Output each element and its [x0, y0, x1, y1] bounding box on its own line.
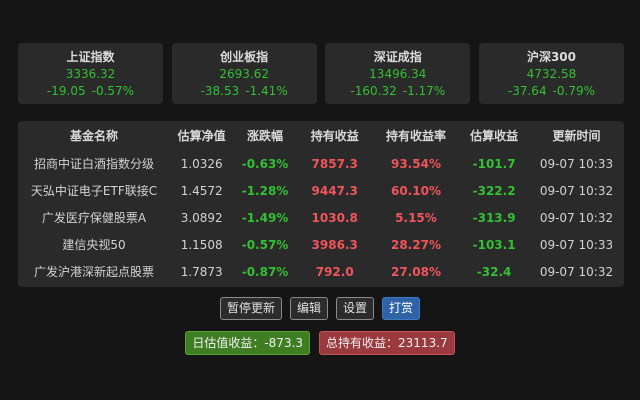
column-header-estimated-profit[interactable]: 估算收益 — [459, 121, 529, 150]
index-change-percent: -1.41% — [245, 84, 288, 98]
column-header-nav[interactable]: 估算净值 — [170, 121, 233, 150]
table-row[interactable]: 广发医疗保健股票A 3.0892 -1.49% 1030.8 5.15% -31… — [18, 204, 624, 231]
fund-change: -0.63% — [241, 156, 289, 171]
fund-monitor-app: 上证指数 3336.32 -19.05 -0.57% 创业板指 2693.62 -… — [0, 0, 640, 400]
index-value: 13496.34 — [369, 67, 427, 81]
fund-nav: 1.7873 — [180, 264, 223, 279]
fund-name: 天弘中证电子ETF联接C — [30, 184, 158, 198]
fund-update-time: 09-07 10:32 — [539, 183, 614, 198]
fund-estimated-profit: -32.4 — [476, 264, 512, 279]
table-row[interactable]: 建信央视50 1.1508 -0.57% 3986.3 28.27% -103.… — [18, 231, 624, 258]
fund-estimated-profit: -313.9 — [472, 210, 516, 225]
index-card-cyb: 创业板指 2693.62 -38.53 -1.41% — [171, 43, 317, 104]
fund-holding-rate: 27.08% — [390, 264, 441, 279]
fund-estimated-profit: -322.2 — [472, 183, 516, 198]
fund-holding-rate: 93.54% — [390, 156, 441, 171]
fund-change: -0.87% — [241, 264, 289, 279]
index-value: 3336.32 — [65, 67, 116, 81]
table-row[interactable]: 广发沪港深新起点股票 1.7873 -0.87% 792.0 27.08% -3… — [18, 258, 624, 285]
index-name: 沪深300 — [526, 50, 576, 64]
index-change-amount: -37.64 — [507, 84, 547, 98]
table-header-row: 基金名称 估算净值 涨跌幅 持有收益 持有收益率 估算收益 更新时间 — [18, 121, 624, 150]
fund-update-time: 09-07 10:32 — [539, 210, 614, 225]
pause-update-button[interactable]: 暂停更新 — [219, 297, 282, 320]
fund-update-time: 09-07 10:32 — [539, 264, 614, 279]
index-value: 2693.62 — [219, 67, 269, 81]
index-name: 上证指数 — [66, 50, 115, 64]
index-change-amount: -38.53 — [200, 84, 240, 98]
index-change: -19.05 -0.57% — [18, 83, 163, 99]
total-holding-profit-badge: 总持有收益：23113.7 — [319, 331, 455, 355]
fund-holding-rate: 60.10% — [390, 183, 441, 198]
index-change-percent: -1.17% — [402, 84, 446, 98]
fund-nav: 3.0892 — [180, 210, 223, 225]
index-card-hs300: 沪深300 4732.58 -37.64 -0.79% — [478, 43, 624, 104]
fund-holding-profit: 792.0 — [315, 264, 354, 279]
fund-estimated-profit: -103.1 — [472, 237, 516, 252]
index-change-amount: -19.05 — [46, 84, 86, 98]
fund-nav: 1.0326 — [180, 156, 223, 171]
index-change-percent: -0.57% — [91, 84, 135, 98]
fund-holding-rate: 28.27% — [390, 237, 441, 252]
index-change: -160.32 -1.17% — [325, 83, 470, 99]
fund-holding-profit: 9447.3 — [311, 183, 358, 198]
index-card-sh: 上证指数 3336.32 -19.05 -0.57% — [18, 43, 163, 104]
column-header-update-time[interactable]: 更新时间 — [529, 121, 624, 150]
column-header-change[interactable]: 涨跌幅 — [233, 121, 296, 150]
fund-change: -0.57% — [241, 237, 289, 252]
fund-nav: 1.1508 — [180, 237, 223, 252]
fund-name: 广发医疗保健股票A — [41, 211, 147, 225]
fund-change: -1.49% — [241, 210, 289, 225]
fund-name: 建信央视50 — [62, 238, 126, 252]
table-row[interactable]: 招商中证白酒指数分级 1.0326 -0.63% 7857.3 93.54% -… — [18, 150, 624, 177]
settings-button[interactable]: 设置 — [336, 297, 375, 320]
fund-table: 基金名称 估算净值 涨跌幅 持有收益 持有收益率 估算收益 更新时间 招商中证白… — [18, 121, 624, 285]
index-card-sz: 深证成指 13496.34 -160.32 -1.17% — [325, 43, 471, 104]
index-change: -37.64 -0.79% — [479, 83, 624, 99]
fund-name: 广发沪港深新起点股票 — [34, 265, 155, 279]
market-index-row: 上证指数 3336.32 -19.05 -0.57% 创业板指 2693.62 -… — [18, 43, 624, 104]
column-header-holding-rate[interactable]: 持有收益率 — [373, 121, 460, 150]
fund-table-panel: 基金名称 估算净值 涨跌幅 持有收益 持有收益率 估算收益 更新时间 招商中证白… — [18, 121, 624, 287]
index-name: 创业板指 — [220, 50, 269, 64]
daily-estimated-profit-badge: 日估值收益：-873.3 — [185, 331, 311, 355]
fund-name: 招商中证白酒指数分级 — [34, 157, 155, 171]
fund-holding-profit: 3986.3 — [311, 237, 358, 252]
fund-update-time: 09-07 10:33 — [539, 237, 614, 252]
fund-holding-rate: 5.15% — [395, 210, 437, 225]
fund-holding-profit: 1030.8 — [311, 210, 358, 225]
fund-holding-profit: 7857.3 — [311, 156, 358, 171]
index-change-percent: -0.79% — [552, 84, 596, 98]
index-value: 4732.58 — [526, 67, 577, 81]
fund-estimated-profit: -101.7 — [472, 156, 516, 171]
fund-update-time: 09-07 10:33 — [539, 156, 614, 171]
table-row[interactable]: 天弘中证电子ETF联接C 1.4572 -1.28% 9447.3 60.10%… — [18, 177, 624, 204]
column-header-name[interactable]: 基金名称 — [18, 121, 170, 150]
edit-button[interactable]: 编辑 — [289, 297, 328, 320]
index-change-amount: -160.32 — [350, 84, 397, 98]
index-name: 深证成指 — [373, 50, 422, 64]
profit-summary-row: 日估值收益：-873.3 总持有收益：23113.7 — [0, 331, 640, 355]
tip-button[interactable]: 打赏 — [382, 297, 421, 320]
index-change: -38.53 -1.41% — [172, 83, 317, 99]
fund-nav: 1.4572 — [180, 183, 223, 198]
action-button-row: 暂停更新 编辑 设置 打赏 — [0, 297, 640, 321]
column-header-holding-profit[interactable]: 持有收益 — [297, 121, 373, 150]
fund-change: -1.28% — [241, 183, 289, 198]
